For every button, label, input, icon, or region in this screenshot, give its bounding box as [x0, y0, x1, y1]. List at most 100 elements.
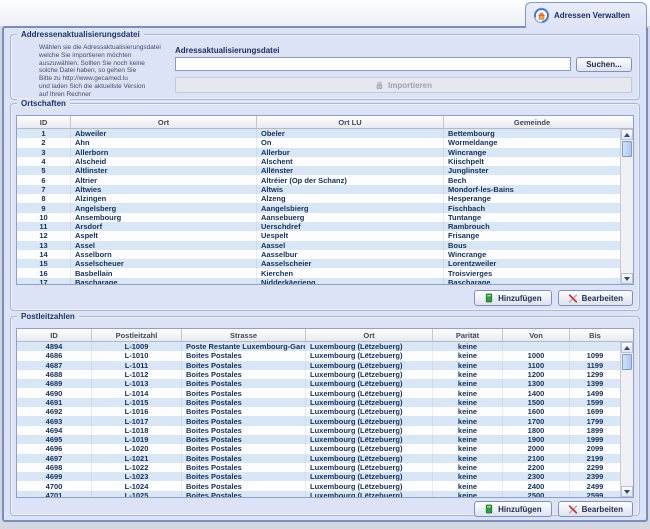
- table-cell: Altréier (Op der Schanz): [257, 175, 444, 184]
- table-cell: Altrier: [71, 175, 257, 184]
- table-cell: Lorentzweiler: [444, 259, 620, 268]
- table-cell: keine: [433, 481, 503, 490]
- table-row[interactable]: 4688L-1012Boites PostalesLuxembourg (Lët…: [17, 370, 620, 379]
- table-cell: L-1024: [92, 481, 182, 490]
- edit-button-label: Bearbeiten: [582, 505, 623, 514]
- import-group-title: Addressenaktualisierungsdatei: [17, 30, 144, 39]
- table-cell: Aasselbur: [257, 250, 444, 259]
- table-row[interactable]: 17BascharageNidderkäerjengBascharage: [17, 278, 620, 284]
- scroll-down-button[interactable]: [621, 273, 633, 284]
- scrollbar-thumb[interactable]: [622, 141, 632, 157]
- table-row[interactable]: 13AsselAasselBous: [17, 241, 620, 250]
- table-cell: Bech: [444, 175, 620, 184]
- import-button-label: Importieren: [388, 81, 432, 90]
- table-row[interactable]: 4689L-1013Boites PostalesLuxembourg (Lët…: [17, 379, 620, 388]
- column-header[interactable]: ID: [17, 329, 92, 341]
- table-cell: keine: [433, 416, 503, 425]
- column-header[interactable]: Ort: [306, 329, 433, 341]
- table-row[interactable]: 12AspeltUespeltFrisange: [17, 231, 620, 240]
- table-cell: 5: [17, 166, 71, 175]
- table-row[interactable]: 4693L-1017Boites PostalesLuxembourg (Lët…: [17, 416, 620, 425]
- table-row[interactable]: 15AsselscheuerAasselscheierLorentzweiler: [17, 259, 620, 268]
- scroll-up-button[interactable]: [621, 129, 633, 140]
- postleitzahlen-edit-button[interactable]: Bearbeiten: [558, 501, 633, 517]
- table-row[interactable]: 4694L-1018Boites PostalesLuxembourg (Lët…: [17, 426, 620, 435]
- table-cell: L-1023: [92, 472, 182, 481]
- column-header[interactable]: Ort: [71, 116, 257, 128]
- table-cell: 4694: [17, 426, 92, 435]
- table-cell: 12: [17, 231, 71, 240]
- table-row[interactable]: 1AbweilerObelerBettembourg: [17, 129, 620, 138]
- table-row[interactable]: 3AllerbornAllerburWincrange: [17, 148, 620, 157]
- table-row[interactable]: 4695L-1019Boites PostalesLuxembourg (Lët…: [17, 435, 620, 444]
- table-cell: [570, 342, 620, 351]
- ortschaften-vertical-scrollbar[interactable]: [620, 129, 633, 284]
- column-header[interactable]: Ort LU: [257, 116, 444, 128]
- postleitzahlen-vertical-scrollbar[interactable]: [620, 342, 633, 497]
- table-row[interactable]: 4690L-1014Boites PostalesLuxembourg (Lët…: [17, 388, 620, 397]
- table-row[interactable]: 4700L-1024Boites PostalesLuxembourg (Lët…: [17, 481, 620, 490]
- table-cell: keine: [433, 370, 503, 379]
- file-path-input[interactable]: [175, 57, 571, 71]
- table-row[interactable]: 4699L-1023Boites PostalesLuxembourg (Lët…: [17, 472, 620, 481]
- tab-adressen-verwalten[interactable]: Adressen Verwalten: [525, 2, 647, 28]
- table-cell: Luxembourg (Lëtzebuerg): [306, 407, 433, 416]
- table-cell: L-1016: [92, 407, 182, 416]
- table-row[interactable]: 16BasbellainKierchenTroisvierges: [17, 268, 620, 277]
- table-cell: Fischbach: [444, 203, 620, 212]
- browse-button[interactable]: Suchen...: [576, 57, 632, 72]
- ortschaften-add-button[interactable]: Hinzufügen: [474, 290, 552, 306]
- column-header[interactable]: Strasse: [182, 329, 306, 341]
- edit-tools-icon: [568, 504, 578, 514]
- table-row[interactable]: 4696L-1020Boites PostalesLuxembourg (Lët…: [17, 444, 620, 453]
- postleitzahlen-add-button[interactable]: Hinzufügen: [474, 501, 552, 517]
- table-cell: 1200: [503, 370, 570, 379]
- table-cell: Bascharage: [71, 278, 257, 284]
- column-header[interactable]: ID: [17, 116, 71, 128]
- table-cell: 4699: [17, 472, 92, 481]
- table-cell: 1499: [570, 388, 620, 397]
- table-cell: Ansembourg: [71, 213, 257, 222]
- table-cell: Alzeng: [257, 194, 444, 203]
- table-row[interactable]: 4698L-1022Boites PostalesLuxembourg (Lët…: [17, 463, 620, 472]
- table-cell: 1400: [503, 388, 570, 397]
- table-row[interactable]: 10AnsembourgAansebuergTuntange: [17, 213, 620, 222]
- import-button[interactable]: Importieren: [175, 77, 632, 93]
- scrollbar-thumb[interactable]: [622, 354, 632, 370]
- table-row[interactable]: 7AltwiesAltwisMondorf-les-Bains: [17, 185, 620, 194]
- table-cell: Aassel: [257, 241, 444, 250]
- scroll-up-button[interactable]: [621, 342, 633, 353]
- column-header[interactable]: Parität: [433, 329, 503, 341]
- table-row[interactable]: 2AhnOnWormeldange: [17, 138, 620, 147]
- table-row[interactable]: 14AsselbornAasselburWincrange: [17, 250, 620, 259]
- table-row[interactable]: 4701L-1025Boites PostalesLuxembourg (Lët…: [17, 491, 620, 497]
- table-cell: 1299: [570, 370, 620, 379]
- scrollbar-track[interactable]: [621, 140, 633, 273]
- table-row[interactable]: 4AlscheidAlschentKiischpelt: [17, 157, 620, 166]
- table-cell: Kierchen: [257, 268, 444, 277]
- ortschaften-edit-button[interactable]: Bearbeiten: [558, 290, 633, 306]
- column-header[interactable]: Bis: [570, 329, 620, 341]
- import-instructions-text: Wählen sie die Adressaktualisierungsdate…: [39, 44, 175, 99]
- add-icon: [484, 504, 494, 514]
- column-header[interactable]: Von: [503, 329, 570, 341]
- table-row[interactable]: 4686L-1010Boites PostalesLuxembourg (Lët…: [17, 351, 620, 360]
- table-cell: 4894: [17, 342, 92, 351]
- table-row[interactable]: 11ArsdorfUerschdrefRambrouch: [17, 222, 620, 231]
- table-row[interactable]: 9AngelsbergAangelsbiergFischbach: [17, 203, 620, 212]
- scrollbar-track[interactable]: [621, 353, 633, 486]
- table-row[interactable]: 8AlzingenAlzengHesperange: [17, 194, 620, 203]
- table-row[interactable]: 4691L-1015Boites PostalesLuxembourg (Lët…: [17, 398, 620, 407]
- table-cell: [503, 342, 570, 351]
- column-header[interactable]: Gemeinde: [444, 116, 620, 128]
- table-row[interactable]: 6AltrierAltréier (Op der Schanz)Bech: [17, 175, 620, 184]
- table-row[interactable]: 4894L-1009Poste Restante Luxembourg-Gare…: [17, 342, 620, 351]
- table-row[interactable]: 5AltlinsterAllënsterJunglinster: [17, 166, 620, 175]
- table-row[interactable]: 4697L-1021Boites PostalesLuxembourg (Lët…: [17, 454, 620, 463]
- table-row[interactable]: 4687L-1011Boites PostalesLuxembourg (Lët…: [17, 361, 620, 370]
- scroll-down-button[interactable]: [621, 486, 633, 497]
- table-row[interactable]: 4692L-1016Boites PostalesLuxembourg (Lët…: [17, 407, 620, 416]
- table-cell: Uespelt: [257, 231, 444, 240]
- column-header[interactable]: Postleitzahl: [92, 329, 182, 341]
- table-cell: 16: [17, 268, 71, 277]
